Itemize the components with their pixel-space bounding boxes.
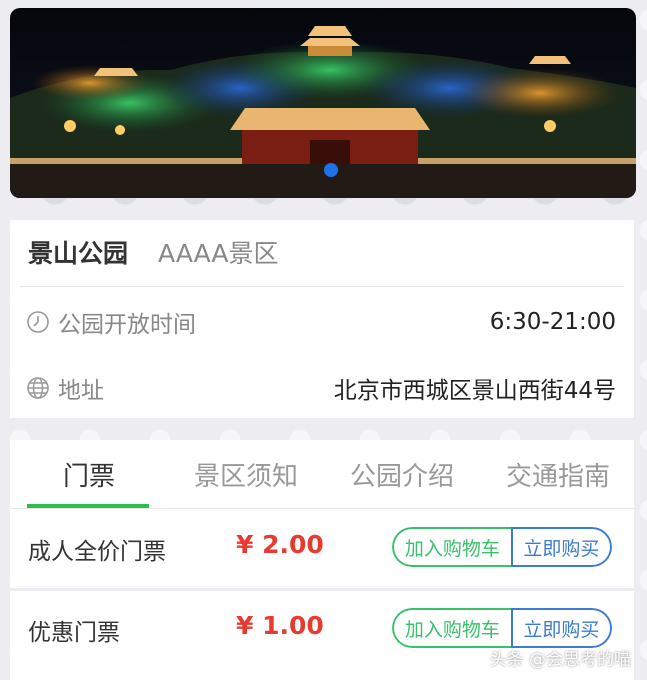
tab-notice[interactable]: 景区须知 (186, 456, 306, 493)
globe-icon (27, 377, 49, 399)
address-label: 地址 (58, 378, 104, 404)
park-level: AAAA景区 (158, 239, 279, 268)
tab-transport[interactable]: 交通指南 (498, 456, 618, 493)
add-to-cart-button[interactable]: 加入购物车 (392, 608, 511, 648)
tab-tickets[interactable]: 门票 (54, 456, 124, 493)
hours-value: 6:30-21:00 (489, 309, 616, 335)
ticket-name: 优惠门票 (28, 620, 120, 646)
hours-row: 公园开放时间 6:30-21:00 (26, 304, 616, 340)
tab-bar: 门票 景区须知 公园介绍 交通指南 (10, 440, 634, 509)
ticket-price: ¥ 2.00 (236, 530, 324, 559)
carousel-indicator-dot[interactable] (324, 163, 338, 177)
active-tab-indicator (27, 504, 149, 508)
banner-carousel[interactable] (10, 8, 636, 198)
banner-image (10, 8, 636, 198)
ticket-name: 成人全价门票 (28, 539, 166, 565)
buy-now-button[interactable]: 立即购买 (510, 608, 612, 648)
ticket-price: ¥ 1.00 (236, 611, 324, 640)
ticket-actions: 加入购物车 立即购买 (392, 527, 612, 567)
ticket-actions: 加入购物车 立即购买 (392, 608, 612, 648)
ticket-row: 成人全价门票 ¥ 2.00 加入购物车 立即购买 (10, 510, 634, 588)
clock-icon (27, 311, 49, 333)
park-info-card: 景山公园 AAAA景区 公园开放时间 6:30-21:00 地址 北京市西城区景… (10, 220, 634, 418)
park-name: 景山公园 (28, 239, 129, 268)
add-to-cart-button[interactable]: 加入购物车 (392, 527, 511, 567)
tab-introduction[interactable]: 公园介绍 (342, 456, 462, 493)
watermark: 头条 @会思考的喵 (489, 650, 631, 670)
buy-now-button[interactable]: 立即购买 (510, 527, 612, 567)
address-value: 北京市西城区景山西街44号 (333, 378, 616, 404)
hours-label: 公园开放时间 (58, 312, 196, 338)
divider (20, 286, 624, 287)
address-row[interactable]: 地址 北京市西城区景山西街44号 (26, 370, 616, 406)
